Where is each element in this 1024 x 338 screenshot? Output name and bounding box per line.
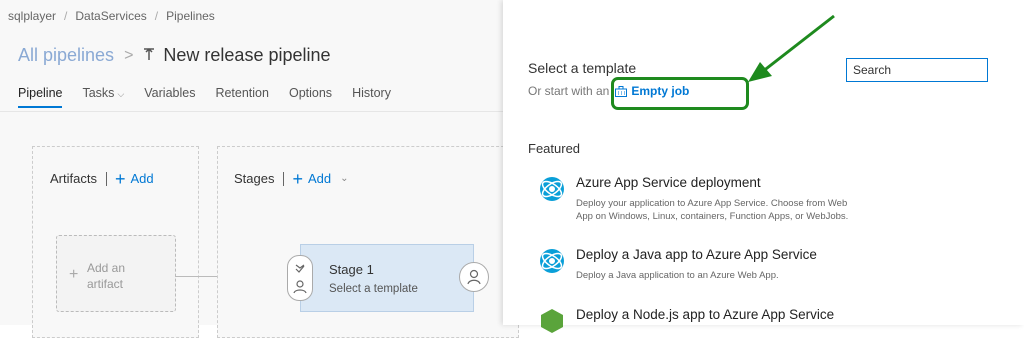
page-title: All pipelines > New release pipeline [18, 45, 331, 66]
add-artifact-label: Add [130, 171, 154, 186]
artifacts-header: Artifacts + Add [50, 168, 154, 189]
annotation-arrow-icon [748, 14, 835, 82]
nodejs-icon [541, 309, 563, 333]
user-icon [467, 269, 481, 285]
breadcrumb-project[interactable]: DataServices [75, 9, 146, 23]
pre-deployment-conditions[interactable] [287, 255, 313, 301]
template-title: Deploy a Java app to Azure App Service [576, 247, 817, 262]
tab-variables[interactable]: Variables [144, 86, 195, 108]
post-deployment-conditions[interactable] [459, 262, 489, 292]
azure-app-service-icon [540, 177, 564, 201]
all-pipelines-link[interactable]: All pipelines [18, 45, 114, 66]
breadcrumb-section[interactable]: Pipelines [166, 9, 215, 23]
add-stage-label: Add [308, 171, 332, 186]
search-input[interactable] [846, 58, 988, 82]
featured-label: Featured [528, 141, 581, 156]
add-artifact-text: Add an artifact [87, 260, 125, 292]
stage-name: Stage 1 [329, 262, 374, 277]
divider [0, 111, 503, 112]
tab-pipeline[interactable]: Pipeline [18, 86, 63, 108]
tab-bar: Pipeline Tasks ⌵ Variables Retention Opti… [18, 86, 411, 108]
artifacts-label: Artifacts [50, 171, 97, 186]
add-artifact-card[interactable]: + Add an artifact [56, 235, 176, 312]
pipeline-editor: sqlplayer / DataServices / Pipelines All… [0, 0, 519, 338]
divider [283, 171, 285, 186]
add-artifact-line2: artifact [87, 277, 124, 291]
plus-icon: + [114, 168, 126, 189]
add-stage-button[interactable]: + Add ⌄ [292, 168, 349, 189]
chevron-down-icon: ⌄ [340, 173, 349, 184]
tab-options[interactable]: Options [289, 86, 332, 108]
tab-tasks-label: Tasks [82, 86, 115, 100]
add-artifact-button[interactable]: + Add [114, 168, 154, 189]
add-artifact-line1: Add an [87, 261, 126, 275]
breadcrumb: sqlplayer / DataServices / Pipelines [8, 9, 215, 23]
stage-subtitle: Select a template [329, 283, 418, 295]
stages-header: Stages + Add ⌄ [234, 168, 349, 189]
template-title: Deploy a Node.js app to Azure App Servic… [576, 307, 835, 322]
pipeline-name[interactable]: New release pipeline [163, 45, 330, 66]
highlight-box [611, 77, 749, 110]
azure-app-service-icon [540, 249, 564, 273]
template-title: Azure App Service deployment [576, 175, 761, 190]
tab-retention[interactable]: Retention [215, 86, 269, 108]
pre-deployment-icon [293, 264, 307, 294]
chevron-right-icon: > [124, 46, 134, 64]
breadcrumb-org[interactable]: sqlplayer [8, 9, 56, 23]
release-pipeline-icon [143, 45, 155, 66]
plus-icon: + [292, 168, 303, 189]
subtitle-text: Or start with an [528, 84, 610, 98]
tab-history[interactable]: History [352, 86, 391, 108]
divider [105, 171, 107, 186]
plus-icon: + [69, 266, 79, 283]
breadcrumb-separator: / [64, 9, 68, 23]
tab-tasks[interactable]: Tasks ⌵ [82, 86, 124, 108]
stages-label: Stages [234, 171, 275, 186]
stage-card[interactable]: Stage 1 Select a template [300, 244, 474, 312]
panel-title: Select a template [528, 60, 637, 76]
chevron-down-icon: ⌵ [117, 89, 125, 99]
template-description: Deploy your application to Azure App Ser… [576, 198, 849, 222]
template-description: Deploy a Java application to an Azure We… [576, 270, 779, 281]
breadcrumb-separator: / [154, 9, 159, 23]
